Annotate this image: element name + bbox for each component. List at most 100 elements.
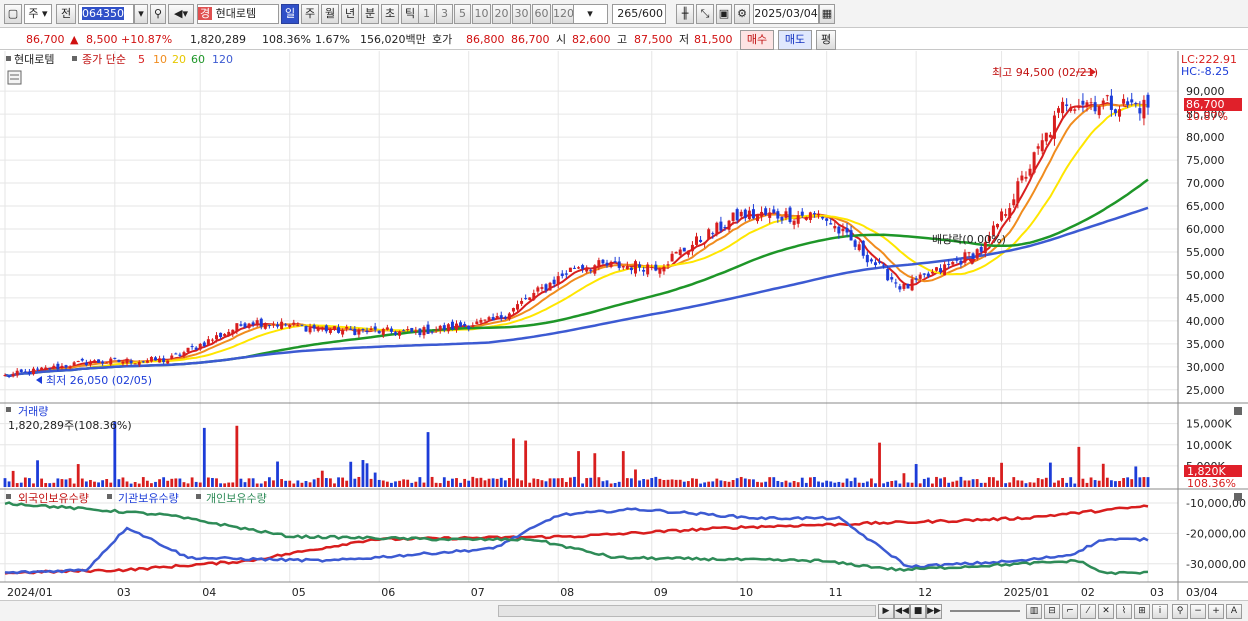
candle-body [886, 268, 890, 281]
volume-bar [72, 483, 76, 487]
volume-bar [442, 477, 446, 487]
interval-tab-7[interactable]: 120 [552, 4, 574, 24]
legend-institution[interactable]: 기관보유수량 [118, 492, 179, 505]
volume-bar [231, 482, 235, 487]
candle-body [536, 287, 540, 292]
split-icon[interactable]: ⊟ [1044, 604, 1060, 619]
stop-icon[interactable]: ■ [910, 604, 926, 619]
chart-footer: ▶ ◀◀ ■ ▶▶ ▥ ⊟ ⌐ ⁄ ✕ ⌇ ⊞ i ⚲ − + A [0, 600, 1248, 621]
window-menu-icon[interactable]: ▢ [4, 4, 22, 24]
candle-body [133, 363, 137, 365]
candle-body [633, 261, 637, 274]
scroll-right-icon[interactable]: ▶ [878, 604, 894, 619]
prev-button[interactable]: 전 [56, 4, 76, 24]
volume-value: 1,820,289 [190, 33, 246, 46]
candle-body [23, 371, 27, 373]
period-tab-6[interactable]: 틱 [401, 4, 419, 24]
candle-body [243, 323, 247, 328]
candle-body [882, 264, 886, 266]
volume-bar [1048, 462, 1052, 487]
speaker-icon[interactable]: ◀▾ [168, 4, 194, 24]
zoom-search-icon[interactable]: ⚲ [1172, 604, 1188, 619]
data-table-icon[interactable] [7, 70, 22, 85]
chart-type-icon[interactable]: ▥ [1026, 604, 1042, 619]
save-icon[interactable]: ▣ [716, 4, 732, 24]
interval-tab-1[interactable]: 3 [436, 4, 453, 24]
gear-icon[interactable]: ⚙ [734, 4, 750, 24]
zoom-in-icon[interactable]: + [1208, 604, 1224, 619]
line-tool-icon[interactable]: ⁄ [1080, 604, 1096, 619]
period-tab-3[interactable]: 년 [341, 4, 359, 24]
price-change: 8,500 +10.87% [86, 33, 173, 46]
evaluate-button[interactable]: 평 [816, 30, 836, 50]
font-size-icon[interactable]: A [1226, 604, 1242, 619]
indicator-icon[interactable]: ╫ [676, 4, 694, 24]
volume-bar [23, 477, 27, 487]
stock-code-input[interactable]: 064350 [78, 4, 134, 24]
fast-forward-icon[interactable]: ▶▶ [926, 604, 942, 619]
open-label: 시 [556, 33, 567, 46]
measure-icon[interactable]: ⌐ [1062, 604, 1078, 619]
interval-tab-4[interactable]: 20 [492, 4, 511, 24]
cross-icon[interactable]: ✕ [1098, 604, 1114, 619]
rewind-icon[interactable]: ◀◀ [894, 604, 910, 619]
candle-body [475, 321, 479, 325]
volume-bar [617, 481, 621, 487]
x-tick-label: 04 [202, 586, 216, 599]
volume-bar [691, 478, 694, 487]
volume-bar [914, 464, 918, 487]
candle-body [430, 331, 434, 333]
chart-canvas[interactable]: 90,00085,00080,00075,00070,00065,00060,0… [0, 51, 1248, 601]
legend-ma5[interactable]: 5 [138, 53, 145, 66]
candle-body [442, 325, 446, 330]
interval-dropdown[interactable]: ▾ [572, 4, 608, 24]
zoom-out-icon[interactable]: − [1190, 604, 1206, 619]
data-count[interactable]: 265/600 [612, 4, 666, 24]
candle-body [48, 368, 52, 370]
legend-ma120[interactable]: 120 [212, 53, 233, 66]
x-axis-right-label: 03/04 [1186, 586, 1218, 599]
period-tab-4[interactable]: 분 [361, 4, 379, 24]
period-tab-2[interactable]: 월 [321, 4, 339, 24]
panel-close-icon[interactable] [1234, 407, 1242, 415]
interval-tab-2[interactable]: 5 [454, 4, 471, 24]
code-dropdown-chevron-icon[interactable]: ▾ [134, 4, 148, 24]
lasso-icon[interactable]: ⌇ [1116, 604, 1132, 619]
market-select[interactable]: 주 ▾ [24, 4, 52, 24]
legend-ma20[interactable]: 20 [172, 53, 186, 66]
panel-close-icon[interactable] [1234, 493, 1242, 501]
candle-body [735, 209, 739, 221]
legend-foreign[interactable]: 외국인보유수량 [18, 492, 89, 505]
interval-tab-5[interactable]: 30 [512, 4, 531, 24]
zoom-slider[interactable] [950, 610, 1020, 612]
legend-ma60[interactable]: 60 [191, 53, 205, 66]
candle-body [231, 329, 235, 335]
candle-body [60, 365, 64, 368]
volume-bar [910, 482, 914, 487]
x-tick-label: 12 [918, 586, 932, 599]
date-input[interactable]: 2025/03/04 [753, 4, 819, 24]
buy-button[interactable]: 매수 [740, 30, 774, 50]
candle-body [906, 283, 910, 289]
volume-bar [1118, 480, 1121, 487]
interval-tab-3[interactable]: 10 [472, 4, 491, 24]
volume-bar [1073, 483, 1077, 487]
interval-tab-6[interactable]: 60 [532, 4, 551, 24]
x-tick-label: 03 [117, 586, 131, 599]
period-tab-5[interactable]: 초 [381, 4, 399, 24]
info-icon[interactable]: i [1152, 604, 1168, 619]
interval-tab-0[interactable]: 1 [418, 4, 435, 24]
legend-individual[interactable]: 개인보유수량 [206, 492, 267, 505]
period-tab-1[interactable]: 주 [301, 4, 319, 24]
candle-body [963, 252, 967, 263]
calendar-icon[interactable]: ▦ [819, 4, 835, 24]
x-tick-label: 03 [1150, 586, 1164, 599]
sell-button[interactable]: 매도 [778, 30, 812, 50]
period-tab-0[interactable]: 일 [281, 4, 299, 24]
volume-bar [894, 480, 898, 487]
grid-icon[interactable]: ⊞ [1134, 604, 1150, 619]
horizontal-scrollbar[interactable] [498, 605, 876, 617]
legend-ma10[interactable]: 10 [153, 53, 167, 66]
search-icon[interactable]: ⚲ [150, 4, 166, 24]
draw-tool-icon[interactable]: ⤡ [696, 4, 714, 24]
